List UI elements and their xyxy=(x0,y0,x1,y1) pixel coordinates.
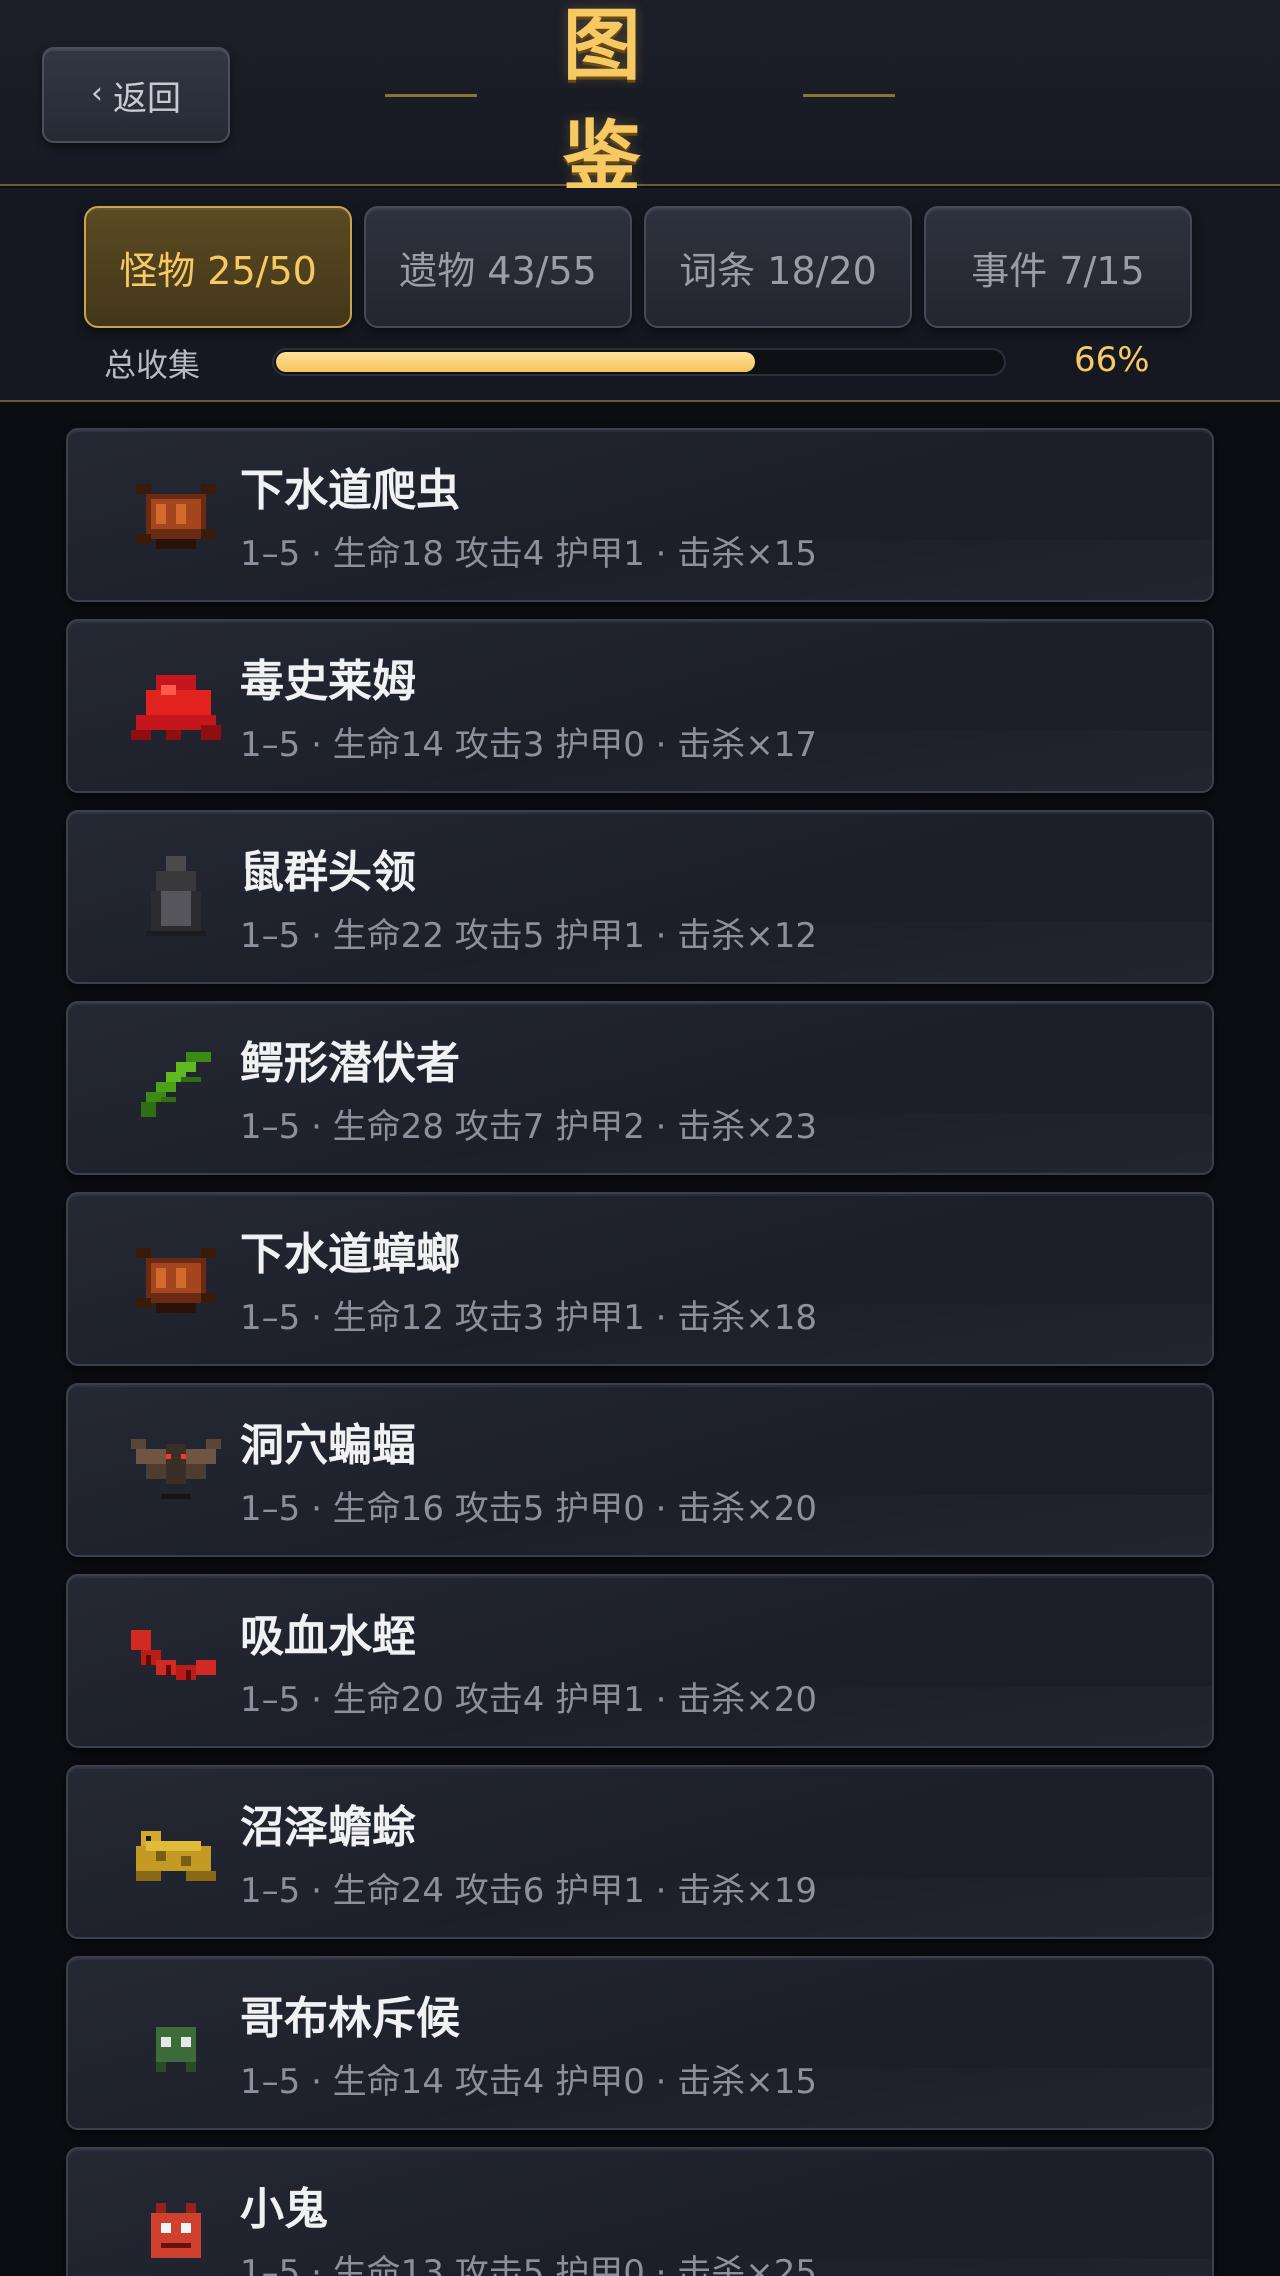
monster-name: 鳄形潜伏者 xyxy=(240,1038,460,1089)
monster-card[interactable]: 下水道爬虫 1–5 · 生命18 攻击4 护甲1 · 击杀×15 xyxy=(66,428,1214,602)
tab-affixes[interactable]: 词条 18/20 xyxy=(644,206,912,328)
tab-monsters[interactable]: 怪物 25/50 xyxy=(84,206,352,328)
monster-stats: 1–5 · 生命13 攻击5 护甲0 · 击杀×25 xyxy=(240,2253,818,2276)
progress-label: 总收集 xyxy=(104,346,201,384)
monster-name: 沼泽蟾蜍 xyxy=(240,1802,416,1853)
cockroach-icon xyxy=(126,1228,226,1328)
monster-stats: 1–5 · 生命18 攻击4 护甲1 · 击杀×15 xyxy=(240,534,818,574)
monster-name: 毒史莱姆 xyxy=(240,656,416,707)
monster-card[interactable]: 鳄形潜伏者 1–5 · 生命28 攻击7 护甲2 · 击杀×23 xyxy=(66,1001,1214,1175)
tab-events[interactable]: 事件 7/15 xyxy=(924,206,1192,328)
codex-screen: ‹ 返回 图鉴 怪物 25/50 遗物 43/55 词条 18/20 事件 7/… xyxy=(0,0,1280,2276)
monster-card[interactable]: 毒史莱姆 1–5 · 生命14 攻击3 护甲0 · 击杀×17 xyxy=(66,619,1214,793)
monster-card[interactable]: 鼠群头领 1–5 · 生命22 攻击5 护甲1 · 击杀×12 xyxy=(66,810,1214,984)
title-divider-right xyxy=(803,93,896,97)
monster-name: 下水道蟑螂 xyxy=(240,1229,460,1280)
monster-name: 小鬼 xyxy=(240,2184,328,2235)
monster-name: 下水道爬虫 xyxy=(240,465,460,516)
monster-stats: 1–5 · 生命14 攻击3 护甲0 · 击杀×17 xyxy=(240,725,818,765)
monster-name: 洞穴蝙蝠 xyxy=(240,1420,416,1471)
monster-stats: 1–5 · 生命14 攻击4 护甲0 · 击杀×15 xyxy=(240,2062,818,2102)
bat-icon xyxy=(126,1419,226,1519)
monster-list: 下水道爬虫 1–5 · 生命18 攻击4 护甲1 · 击杀×15 毒史莱姆 1–5 ·… xyxy=(66,428,1214,2276)
monster-card[interactable]: 吸血水蛭 1–5 · 生命20 攻击4 护甲1 · 击杀×20 xyxy=(66,1574,1214,1748)
monster-card[interactable]: 哥布林斥候 1–5 · 生命14 攻击4 护甲0 · 击杀×15 xyxy=(66,1956,1214,2130)
progress-fill xyxy=(276,352,755,372)
monster-stats: 1–5 · 生命24 攻击6 护甲1 · 击杀×19 xyxy=(240,1871,818,1911)
tab-relics[interactable]: 遗物 43/55 xyxy=(364,206,632,328)
toad-icon xyxy=(126,1801,226,1901)
tabs-panel: 怪物 25/50 遗物 43/55 词条 18/20 事件 7/15 总收集 6… xyxy=(0,188,1280,402)
back-button[interactable]: ‹ 返回 xyxy=(42,47,230,143)
progress-percent: 66% xyxy=(1074,340,1150,380)
monster-stats: 1–5 · 生命12 攻击3 护甲1 · 击杀×18 xyxy=(240,1298,818,1338)
red-worm-icon xyxy=(126,1610,226,1710)
monster-card[interactable]: 下水道蟑螂 1–5 · 生命12 攻击3 护甲1 · 击杀×18 xyxy=(66,1192,1214,1366)
monster-name: 鼠群头领 xyxy=(240,847,416,898)
red-slime-icon xyxy=(126,655,226,755)
green-lizard-icon xyxy=(126,1037,226,1137)
chevron-left-icon: ‹ xyxy=(91,75,103,111)
monster-card[interactable]: 沼泽蟾蜍 1–5 · 生命24 攻击6 护甲1 · 击杀×19 xyxy=(66,1765,1214,1939)
goblin-icon xyxy=(126,1992,226,2092)
header-bar: ‹ 返回 图鉴 xyxy=(0,0,1280,203)
collection-progress: 总收集 66% xyxy=(0,336,1280,386)
title-divider-left xyxy=(385,93,477,97)
monster-name: 哥布林斥候 xyxy=(240,1993,460,2044)
back-button-label: 返回 xyxy=(113,78,181,119)
progress-track xyxy=(272,348,1006,376)
monster-card[interactable]: 小鬼 1–5 · 生命13 攻击5 护甲0 · 击杀×25 xyxy=(66,2147,1214,2276)
monster-stats: 1–5 · 生命20 攻击4 护甲1 · 击杀×20 xyxy=(240,1680,818,1720)
category-tabs: 怪物 25/50 遗物 43/55 词条 18/20 事件 7/15 xyxy=(84,206,1192,328)
monster-stats: 1–5 · 生命16 攻击5 护甲0 · 击杀×20 xyxy=(240,1489,818,1529)
monster-card[interactable]: 洞穴蝙蝠 1–5 · 生命16 攻击5 护甲0 · 击杀×20 xyxy=(66,1383,1214,1557)
monster-stats: 1–5 · 生命22 攻击5 护甲1 · 击杀×12 xyxy=(240,916,818,956)
cockroach-icon xyxy=(126,464,226,564)
imp-icon xyxy=(126,2183,226,2276)
monster-stats: 1–5 · 生命28 攻击7 护甲2 · 击杀×23 xyxy=(240,1107,818,1147)
monster-name: 吸血水蛭 xyxy=(240,1611,416,1662)
hooded-figure-icon xyxy=(126,846,226,946)
title-group: 图鉴 xyxy=(385,1,896,203)
page-title: 图鉴 xyxy=(562,1,663,203)
